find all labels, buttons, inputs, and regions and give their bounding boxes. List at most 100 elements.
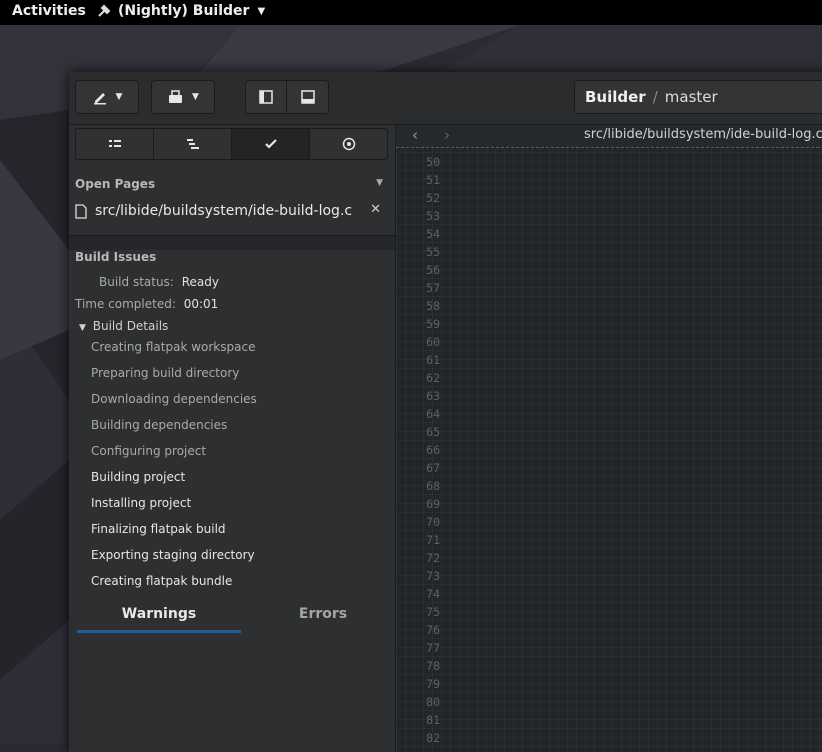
file-icon [75,203,87,219]
line-number: 77 [426,641,440,655]
line-number: 79 [426,677,440,691]
line-number: 63 [426,389,440,403]
edit-icon [93,93,106,105]
build-step: Downloading dependencies [91,392,257,406]
line-number: 64 [426,407,440,421]
line-number: 70 [426,515,440,529]
build-step: Installing project [91,496,192,510]
line-number: 65 [426,425,440,439]
build-details-label: Build Details [92,319,169,333]
line-number: 81 [426,713,440,727]
app-name: (Nightly) Builder [118,3,250,19]
sidebar: Open Pages ▼ src/libide/buildsystem/ide-… [69,125,396,752]
line-number: 57 [426,281,440,295]
build-status: Build status: Ready [99,275,219,289]
line-number: 60 [426,335,440,349]
build-details-expander[interactable]: ▼ Build Details [79,319,168,333]
build-menu-button[interactable]: ▼ [151,80,215,114]
build-status-value: Ready [181,275,219,289]
tab-symbols[interactable] [75,128,154,160]
sidebar-tabs [75,128,388,160]
gnome-top-bar: Activities (Nightly) Builder ▼ [0,0,822,25]
line-number: 54 [426,227,440,241]
line-number: 72 [426,551,440,565]
tab-errors[interactable]: Errors [241,606,405,622]
line-number: 75 [426,605,440,619]
tab-warnings[interactable]: Warnings [77,606,241,633]
time-completed: Time completed: 00:01 [75,297,218,311]
issues-tabs: Warnings Errors [77,606,397,633]
line-number: 52 [426,191,440,205]
builder-app-icon [98,4,111,17]
tree-icon [186,139,199,149]
toggle-bottom-panel-button[interactable] [287,80,329,114]
editor-menu-button[interactable]: ▼ [75,80,139,114]
line-number: 69 [426,497,440,511]
line-number: 67 [426,461,440,475]
list-icon [108,140,121,147]
bottom-panel-icon [300,90,315,104]
build-step: Preparing build directory [91,366,240,380]
forward-arrow-icon[interactable]: › [444,126,450,144]
build-step: Finalizing flatpak build [91,522,226,536]
line-number: 80 [426,695,440,709]
line-number: 71 [426,533,440,547]
chevron-down-icon[interactable]: ▼ [376,178,383,188]
project-name: Builder [585,88,646,106]
line-number: 50 [426,155,440,169]
line-number: 51 [426,173,440,187]
build-step: Creating flatpak workspace [91,340,256,354]
tab-build-issues[interactable] [232,128,310,160]
check-icon [264,139,277,149]
tab-project-tree[interactable] [154,128,232,160]
line-number: 56 [426,263,440,277]
close-icon[interactable]: ✕ [370,202,381,217]
breadcrumb-separator: / [652,88,658,106]
build-icon [169,90,183,103]
builder-window: ▼ ▼ Builder / master Open Pages ▼ src/li… [69,72,822,752]
build-step: Configuring project [91,444,207,458]
editor-header: ‹ › src/libide/buildsystem/ide-build-log… [396,125,822,148]
open-page-item[interactable]: src/libide/buildsystem/ide-build-log.c ✕ [75,200,389,222]
time-completed-label: Time completed: [75,297,176,311]
panel-toggle-group [245,80,329,114]
editor-file-path: src/libide/buildsystem/ide-build-log.c [584,127,822,142]
build-step: Building project [91,470,186,484]
line-number: 76 [426,623,440,637]
chevron-down-icon: ▼ [192,92,199,102]
activities-button[interactable]: Activities [12,3,86,19]
chevron-down-icon: ▼ [257,5,266,17]
sidebar-icon [259,90,273,104]
line-number: 53 [426,209,440,223]
build-issues-title: Build Issues [75,250,157,264]
line-number: 74 [426,587,440,601]
tab-todo[interactable] [310,128,388,160]
line-number: 59 [426,317,440,331]
back-arrow-icon[interactable]: ‹ [412,126,418,144]
expander-triangle-icon: ▼ [79,323,86,333]
line-number: 61 [426,353,440,367]
build-step: Building dependencies [91,418,228,432]
section-divider [69,235,395,250]
chevron-down-icon: ▼ [115,92,123,102]
build-status-label: Build status: [99,275,174,289]
line-number: 62 [426,371,440,385]
line-number: 58 [426,299,440,313]
header-bar: ▼ ▼ Builder / master [69,72,822,125]
build-step: Exporting staging directory [91,548,255,562]
time-completed-value: 00:01 [183,297,219,311]
app-menu-button[interactable]: (Nightly) Builder ▼ [96,3,265,19]
open-file-name: src/libide/buildsystem/ide-build-log.c [95,203,353,219]
line-number: 78 [426,659,440,673]
open-pages-title: Open Pages [75,177,156,191]
line-number: 55 [426,245,440,259]
code-editor[interactable]: ‹ › src/libide/buildsystem/ide-build-log… [396,125,822,752]
project-breadcrumb[interactable]: Builder / master [574,80,822,114]
line-number: 68 [426,479,440,493]
line-number: 73 [426,569,440,583]
branch-name: master [664,88,718,106]
line-number: 66 [426,443,440,457]
toggle-sidebar-button[interactable] [245,80,287,114]
build-step: Creating flatpak bundle [91,574,233,588]
target-icon [342,137,355,151]
